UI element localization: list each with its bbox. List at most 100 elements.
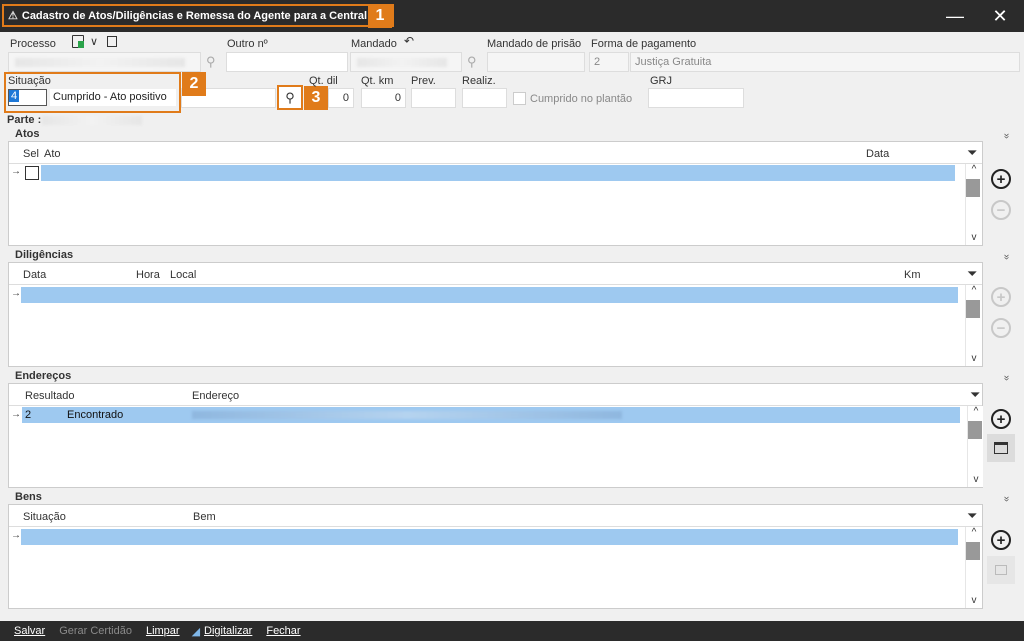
bens-col-situacao[interactable]: Situação — [23, 511, 66, 523]
gerar-certidao-button[interactable]: Gerar Certidão — [59, 625, 132, 637]
collapse-enderecos-icon[interactable]: » — [1000, 370, 1014, 384]
enderecos-row-pointer-icon: → — [11, 409, 21, 420]
add-diligencia-icon[interactable]: + — [991, 287, 1011, 307]
scroll-down-icon[interactable]: v — [968, 474, 984, 485]
scroll-up-icon[interactable]: ^ — [966, 285, 982, 296]
grj-input[interactable] — [648, 88, 744, 108]
scroll-up-icon[interactable]: ^ — [966, 527, 982, 538]
forma-pagamento-code[interactable]: 2 — [589, 52, 629, 72]
endereco-details-button[interactable] — [987, 434, 1015, 462]
qt-dil-input[interactable]: 0 — [328, 88, 354, 108]
minimize-button[interactable]: — — [940, 2, 970, 30]
scroll-thumb[interactable] — [966, 179, 980, 197]
digitalizar-button[interactable]: Digitalizar — [204, 625, 252, 637]
situacao-code-text: 4 — [9, 90, 20, 102]
cumprido-plantao-checkbox[interactable] — [513, 92, 526, 105]
scroll-down-icon[interactable]: v — [966, 353, 982, 364]
bens-scrollbar[interactable]: ^ v — [965, 527, 981, 608]
diligencias-selected-row[interactable] — [21, 287, 958, 303]
atos-row-checkbox[interactable] — [25, 166, 39, 180]
mandado-label: Mandado — [351, 38, 397, 50]
salvar-button[interactable]: Salvar — [14, 625, 45, 637]
search-situacao-button[interactable]: ⚲ — [277, 85, 303, 110]
realiz-input[interactable] — [462, 88, 507, 108]
add-bem-icon[interactable]: + — [991, 530, 1011, 550]
diligencias-scrollbar[interactable]: ^ v — [965, 285, 981, 366]
bem-details-button[interactable] — [987, 556, 1015, 584]
atos-scrollbar[interactable]: ^ v — [965, 164, 981, 245]
collapse-diligencias-icon[interactable]: » — [1000, 249, 1014, 263]
footer-toolbar: Salvar Gerar Certidão Limpar ◢ Digitaliz… — [0, 621, 1024, 641]
diligencias-title: Diligências — [15, 249, 74, 261]
table-row[interactable]: 2 Encontrado — [22, 407, 960, 423]
endereco-result-status: Encontrado — [67, 409, 124, 421]
scroll-up-icon[interactable]: ^ — [966, 164, 982, 175]
remove-diligencia-icon[interactable]: − — [991, 318, 1011, 338]
bens-selected-row[interactable] — [21, 529, 958, 545]
scroll-thumb[interactable] — [968, 421, 982, 439]
situacao-code-input[interactable]: 4 — [8, 89, 47, 106]
processo-input[interactable] — [8, 52, 201, 72]
search-mandado-icon[interactable]: ⚲ — [467, 54, 477, 70]
diligencias-col-data[interactable]: Data — [23, 269, 46, 281]
scroll-thumb[interactable] — [966, 542, 980, 560]
bens-col-bem[interactable]: Bem — [193, 511, 216, 523]
atos-filter-icon[interactable]: ⏷ — [967, 145, 977, 161]
atos-row-pointer-icon: → — [11, 166, 21, 177]
diligencias-filter-icon[interactable]: ⏷ — [967, 266, 977, 282]
callout-badge-1: 1 — [368, 4, 392, 28]
add-endereco-icon[interactable]: + — [991, 409, 1011, 429]
grj-label: GRJ — [650, 75, 672, 87]
outro-label: Outro nº — [227, 38, 268, 50]
enderecos-col-endereco[interactable]: Endereço — [192, 390, 239, 402]
processo-label: Processo — [10, 38, 56, 50]
fechar-button[interactable]: Fechar — [266, 625, 300, 637]
diligencias-row-pointer-icon: → — [11, 288, 21, 299]
limpar-button[interactable]: Limpar — [146, 625, 180, 637]
form-icon — [994, 442, 1008, 454]
bens-title: Bens — [15, 491, 42, 503]
atos-col-data[interactable]: Data — [866, 148, 889, 160]
atos-col-ato[interactable]: Ato — [44, 148, 61, 160]
undo-icon[interactable]: ↶ — [404, 34, 414, 48]
window-title: ⚠ Cadastro de Atos/Diligências e Remessa… — [2, 4, 394, 27]
close-button[interactable]: ✕ — [985, 2, 1015, 30]
scroll-up-icon[interactable]: ^ — [968, 406, 984, 417]
prev-input[interactable] — [411, 88, 456, 108]
bens-grid: Situação Bem ⏷ → ^ v — [8, 504, 983, 609]
collapse-bens-icon[interactable]: » — [1000, 491, 1014, 505]
realiz-label: Realiz. — [462, 75, 496, 87]
qt-km-input[interactable]: 0 — [361, 88, 406, 108]
collapse-atos-icon[interactable]: » — [1000, 128, 1014, 142]
enderecos-filter-icon[interactable]: ⏷ — [970, 387, 980, 403]
diligencias-col-local[interactable]: Local — [170, 269, 196, 281]
outro-input[interactable] — [226, 52, 348, 72]
atos-selected-row[interactable] — [41, 165, 955, 181]
chevron-down-icon[interactable]: ∨ — [90, 35, 98, 48]
remove-ato-icon[interactable]: − — [991, 200, 1011, 220]
scroll-down-icon[interactable]: v — [966, 232, 982, 243]
search-processo-icon[interactable]: ⚲ — [206, 54, 216, 70]
scanner-icon: ◢ — [191, 625, 201, 638]
forma-pagamento-value: Justiça Gratuita — [630, 52, 1020, 72]
situacao-value: Cumprido - Ato positivo — [50, 89, 176, 106]
enderecos-scrollbar[interactable]: ^ v — [967, 406, 983, 487]
endereco-result-code: 2 — [25, 409, 32, 421]
mandado-prisao-input[interactable] — [487, 52, 585, 72]
bens-filter-icon[interactable]: ⏷ — [967, 508, 977, 524]
prev-label: Prev. — [411, 75, 436, 87]
atos-col-sel[interactable]: Sel — [23, 148, 39, 160]
scroll-down-icon[interactable]: v — [966, 595, 982, 606]
diligencias-col-km[interactable]: Km — [904, 269, 921, 281]
callout-badge-2: 2 — [182, 72, 206, 96]
diligencias-col-hora[interactable]: Hora — [136, 269, 160, 281]
note-icon[interactable] — [107, 36, 117, 47]
qt-dil-label: Qt. dil — [309, 75, 338, 87]
enderecos-col-resultado[interactable]: Resultado — [25, 390, 75, 402]
mandado-input[interactable] — [350, 52, 462, 72]
add-ato-icon[interactable]: + — [991, 169, 1011, 189]
scroll-thumb[interactable] — [966, 300, 980, 318]
atos-grid: Sel Ato Data ⏷ → ^ v — [8, 141, 983, 246]
enderecos-title: Endereços — [15, 370, 72, 382]
diligencias-grid: Data Hora Local Km ⏷ → ^ v — [8, 262, 983, 367]
